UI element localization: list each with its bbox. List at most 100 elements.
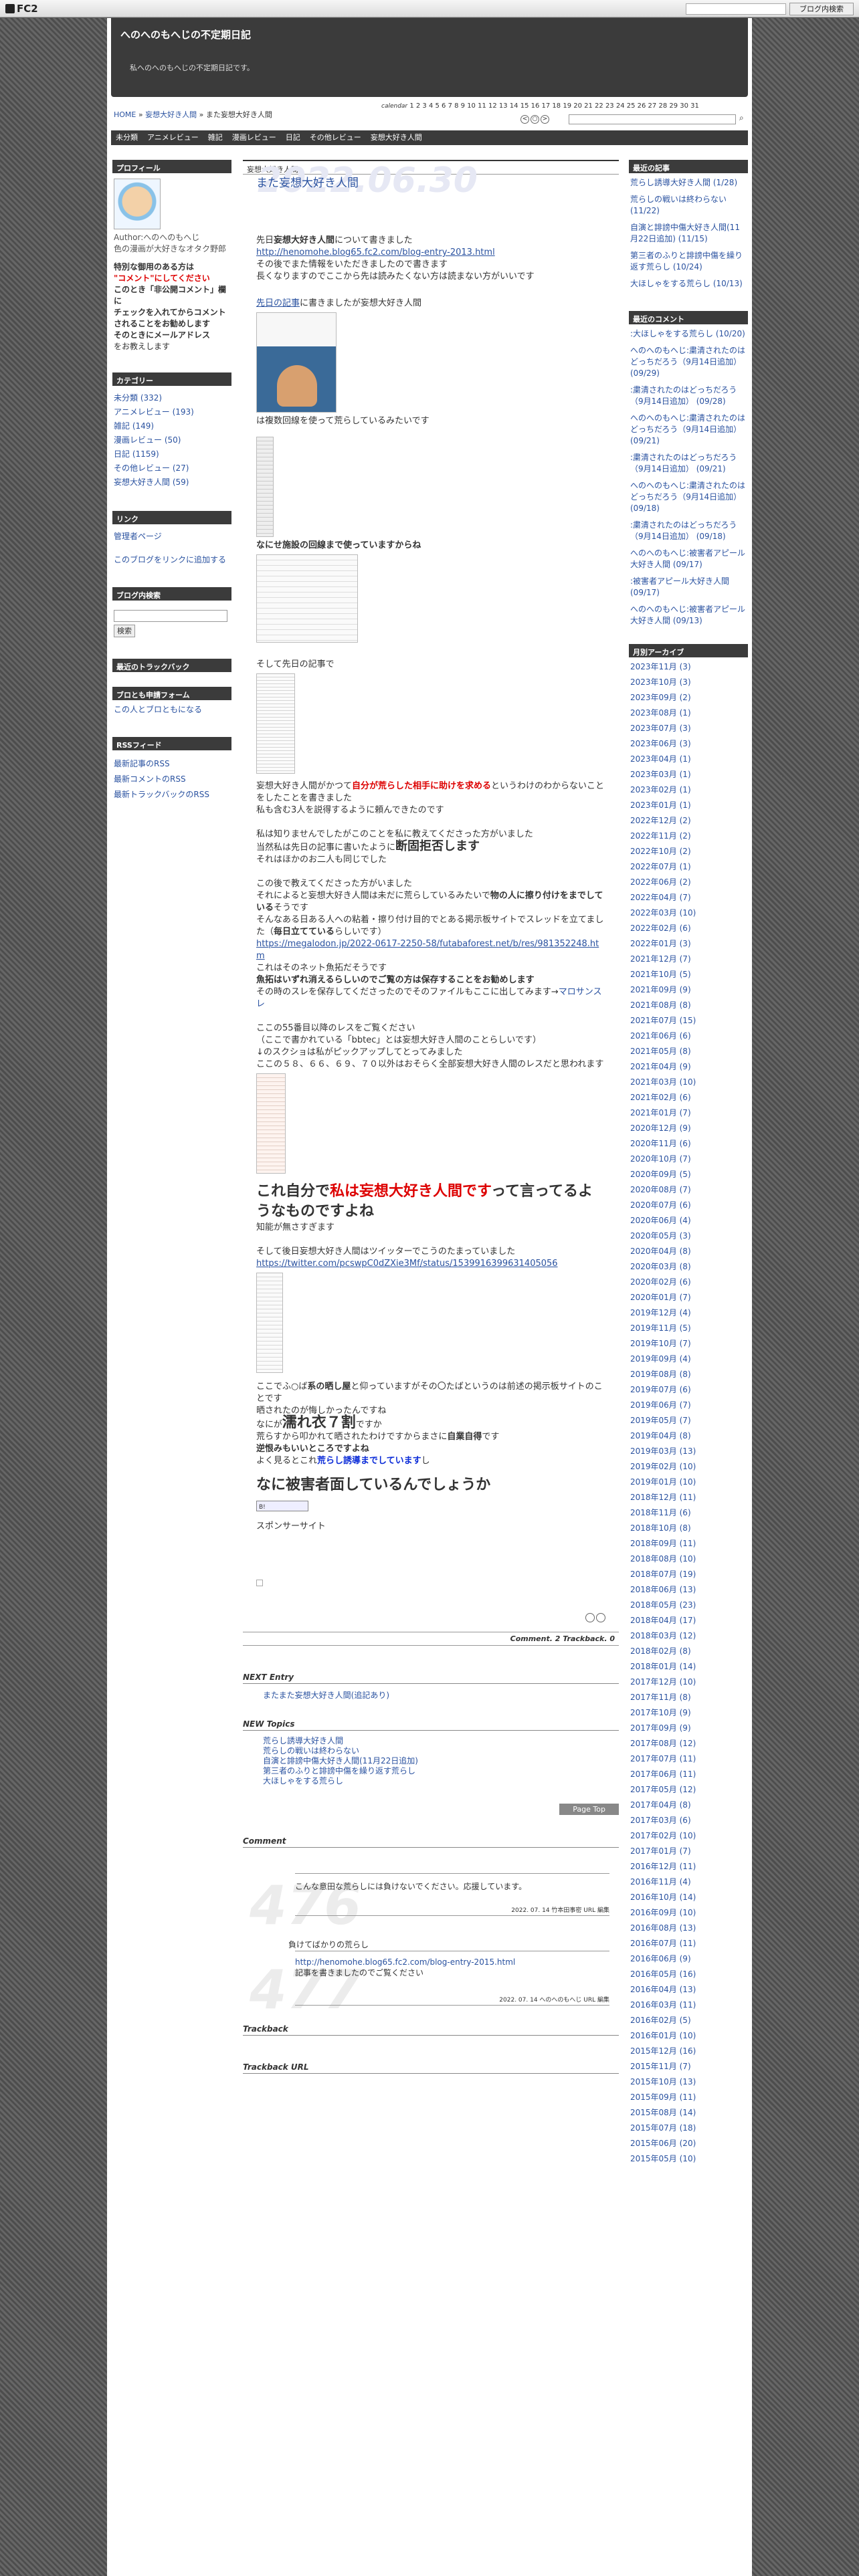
archive-month-link[interactable]: 2023年06月 (3) xyxy=(630,738,747,750)
breadcrumb-home[interactable]: HOME xyxy=(114,110,136,119)
archive-month-link[interactable]: 2018年03月 (12) xyxy=(630,1630,747,1642)
archive-month-link[interactable]: 2019年02月 (10) xyxy=(630,1461,747,1473)
category-link[interactable]: 雑記 (149) xyxy=(114,421,230,432)
category-link[interactable]: その他レビュー (27) xyxy=(114,463,230,474)
archive-month-link[interactable]: 2019年07月 (6) xyxy=(630,1384,747,1396)
archive-month-link[interactable]: 2022年03月 (10) xyxy=(630,907,747,919)
archive-month-link[interactable]: 2021年07月 (15) xyxy=(630,1015,747,1027)
recent-comment-link[interactable]: :大ほしゃをする荒らし (10/20) xyxy=(630,328,747,340)
archive-month-link[interactable]: 2022年06月 (2) xyxy=(630,877,747,888)
archive-month-link[interactable]: 2018年11月 (6) xyxy=(630,1507,747,1519)
archive-month-link[interactable]: 2021年01月 (7) xyxy=(630,1107,747,1119)
header-search-input[interactable] xyxy=(569,114,736,124)
archive-month-link[interactable]: 2022年12月 (2) xyxy=(630,815,747,827)
recent-comment-link[interactable]: へのへのもへじ:粛清されたのはどっちだろう（9月14日追加） (09/18) xyxy=(630,480,747,514)
archive-month-link[interactable]: 2021年02月 (6) xyxy=(630,1092,747,1103)
archive-month-link[interactable]: 2022年07月 (1) xyxy=(630,861,747,873)
archive-month-link[interactable]: 2018年02月 (8) xyxy=(630,1646,747,1657)
archive-month-link[interactable]: 2019年08月 (8) xyxy=(630,1369,747,1380)
recent-entry-link[interactable]: 第三者のふりと誹謗中傷を繰り返す荒らし (10/24) xyxy=(630,250,747,273)
archive-month-link[interactable]: 2018年08月 (10) xyxy=(630,1553,747,1565)
page-top-button[interactable]: Page Top xyxy=(559,1804,619,1815)
archive-month-link[interactable]: 2016年10月 (14) xyxy=(630,1892,747,1903)
breadcrumb-category[interactable]: 妄想大好き人間 xyxy=(145,110,197,119)
archive-month-link[interactable]: 2019年09月 (4) xyxy=(630,1354,747,1365)
category-link[interactable]: 日記 (1159) xyxy=(114,449,230,460)
archive-month-link[interactable]: 2015年11月 (7) xyxy=(630,2061,747,2072)
archive-month-link[interactable]: 2015年07月 (18) xyxy=(630,2123,747,2134)
archive-month-link[interactable]: 2020年03月 (8) xyxy=(630,1261,747,1273)
topic-link[interactable]: 大ほしゃをする荒らし xyxy=(263,1776,599,1786)
screenshot-image[interactable] xyxy=(256,673,295,774)
archive-month-link[interactable]: 2022年01月 (3) xyxy=(630,938,747,950)
archive-month-link[interactable]: 2021年06月 (6) xyxy=(630,1031,747,1042)
archive-month-link[interactable]: 2017年01月 (7) xyxy=(630,1846,747,1857)
archive-month-link[interactable]: 2018年04月 (17) xyxy=(630,1615,747,1626)
category-link[interactable]: 未分類 (332) xyxy=(114,393,230,404)
archive-month-link[interactable]: 2017年11月 (8) xyxy=(630,1692,747,1703)
archive-month-link[interactable]: 2021年12月 (7) xyxy=(630,954,747,965)
archive-month-link[interactable]: 2017年05月 (12) xyxy=(630,1784,747,1796)
archive-month-link[interactable]: 2015年08月 (14) xyxy=(630,2107,747,2119)
archive-month-link[interactable]: 2021年03月 (10) xyxy=(630,1077,747,1088)
entry-link[interactable]: http://henomohe.blog65.fc2.com/blog-entr… xyxy=(256,247,495,257)
archive-month-link[interactable]: 2016年07月 (11) xyxy=(630,1938,747,1949)
archive-month-link[interactable]: 2019年11月 (5) xyxy=(630,1323,747,1334)
current-month-icon[interactable]: ○ xyxy=(531,115,539,124)
archive-month-link[interactable]: 2021年09月 (9) xyxy=(630,984,747,996)
archive-month-link[interactable]: 2016年02月 (5) xyxy=(630,2015,747,2026)
recent-comment-link[interactable]: :粛清されたのはどっちだろう（9月14日追加） (09/28) xyxy=(630,385,747,407)
archive-month-link[interactable]: 2018年01月 (14) xyxy=(630,1661,747,1673)
recent-comment-link[interactable]: へのへのもへじ:被害者アピール大好き人間 (09/17) xyxy=(630,548,747,570)
archive-month-link[interactable]: 2016年11月 (4) xyxy=(630,1876,747,1888)
archive-month-link[interactable]: 2018年05月 (23) xyxy=(630,1600,747,1611)
next-month-icon[interactable]: > xyxy=(541,115,549,124)
archive-month-link[interactable]: 2017年10月 (9) xyxy=(630,1707,747,1719)
category-link[interactable]: アニメレビュー (193) xyxy=(114,407,230,418)
recent-entry-link[interactable]: 荒らしの戦いは終わらない (11/22) xyxy=(630,194,747,217)
archive-month-link[interactable]: 2015年09月 (11) xyxy=(630,2092,747,2103)
topbar-search-input[interactable] xyxy=(686,3,786,15)
archive-month-link[interactable]: 2020年02月 (6) xyxy=(630,1277,747,1288)
archive-month-link[interactable]: 2015年10月 (13) xyxy=(630,2076,747,2088)
archive-month-link[interactable]: 2023年09月 (2) xyxy=(630,692,747,704)
blog-search-button[interactable]: 検索 xyxy=(114,625,135,637)
topic-link[interactable]: 第三者のふりと誹謗中傷を繰り返す荒らし xyxy=(263,1766,599,1776)
archive-month-link[interactable]: 2016年08月 (13) xyxy=(630,1923,747,1934)
next-entry-icon[interactable] xyxy=(596,1613,605,1622)
recent-comment-link[interactable]: へのへのもへじ:粛清されたのはどっちだろう（9月14日追加） (09/29) xyxy=(630,345,747,379)
entry-link[interactable]: 先日の記事 xyxy=(256,298,300,308)
archive-month-link[interactable]: 2023年10月 (3) xyxy=(630,677,747,688)
archive-month-link[interactable]: 2018年12月 (11) xyxy=(630,1492,747,1503)
rss-link[interactable]: 最新コメントのRSS xyxy=(114,774,230,785)
archive-month-link[interactable]: 2023年11月 (3) xyxy=(630,661,747,673)
archive-month-link[interactable]: 2018年06月 (13) xyxy=(630,1584,747,1596)
prev-entry-icon[interactable] xyxy=(585,1613,595,1622)
prev-month-icon[interactable]: < xyxy=(520,115,529,124)
entry-link[interactable]: https://twitter.com/pcswpC0dZXie3Mf/stat… xyxy=(256,1259,558,1269)
nav-item[interactable]: その他レビュー xyxy=(310,133,361,142)
archive-month-link[interactable]: 2020年01月 (7) xyxy=(630,1292,747,1303)
comment-meta[interactable]: 2022. 07. 14 竹本田事密 URL 編集 xyxy=(295,1905,609,1916)
archive-month-link[interactable]: 2018年09月 (11) xyxy=(630,1538,747,1549)
archive-month-link[interactable]: 2015年05月 (10) xyxy=(630,2153,747,2165)
next-entry-link[interactable]: またまた妄想大好き人間(追記あり) xyxy=(263,1691,389,1700)
archive-month-link[interactable]: 2019年12月 (4) xyxy=(630,1307,747,1319)
archive-month-link[interactable]: 2017年02月 (10) xyxy=(630,1830,747,1842)
comment-meta[interactable]: 2022. 07. 14 へのへのもへじ URL 編集 xyxy=(295,1995,609,2006)
archive-month-link[interactable]: 2015年12月 (16) xyxy=(630,2046,747,2057)
archive-month-link[interactable]: 2022年02月 (6) xyxy=(630,923,747,934)
screenshot-image[interactable] xyxy=(256,554,358,643)
archive-month-link[interactable]: 2015年06月 (20) xyxy=(630,2138,747,2149)
archive-month-link[interactable]: 2022年10月 (2) xyxy=(630,846,747,857)
archive-month-link[interactable]: 2021年10月 (5) xyxy=(630,969,747,980)
archive-month-link[interactable]: 2020年10月 (7) xyxy=(630,1154,747,1165)
archive-month-link[interactable]: 2020年12月 (9) xyxy=(630,1123,747,1134)
archive-month-link[interactable]: 2022年11月 (2) xyxy=(630,831,747,842)
add-link-link[interactable]: このブログをリンクに追加する xyxy=(114,554,230,566)
archive-month-link[interactable]: 2020年06月 (4) xyxy=(630,1215,747,1226)
topic-link[interactable]: 荒らしの戦いは終わらない xyxy=(263,1746,599,1756)
topic-link[interactable]: 自演と誹謗中傷大好き人間(11月22日追加) xyxy=(263,1756,599,1766)
recent-comment-link[interactable]: :粛清されたのはどっちだろう（9月14日追加） (09/18) xyxy=(630,520,747,542)
archive-month-link[interactable]: 2020年07月 (6) xyxy=(630,1200,747,1211)
